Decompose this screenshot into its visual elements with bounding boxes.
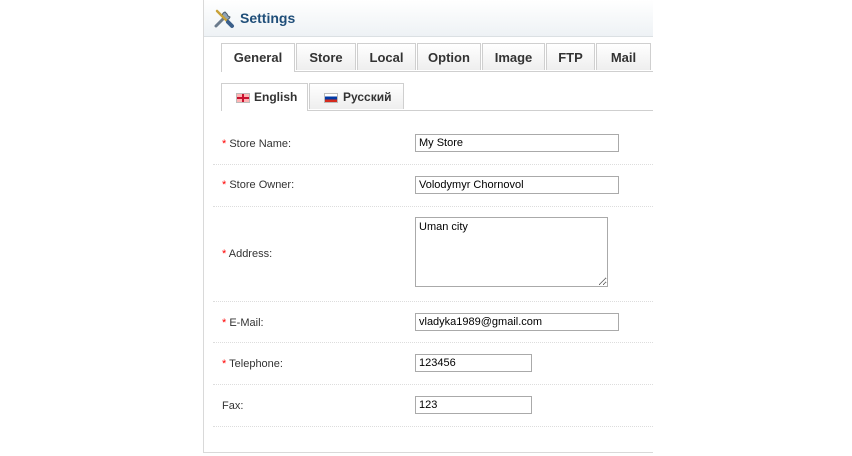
address-label: * Address: [222,248,273,260]
form-row-email: * E-Mail: [213,302,653,343]
tab-image[interactable]: Image [482,43,545,70]
fax-input[interactable] [415,396,532,414]
tab-general[interactable]: General [221,43,295,72]
tab-mail[interactable]: Mail [596,43,651,70]
required-mark: * [222,138,227,150]
language-tab-english[interactable]: English [221,83,308,111]
telephone-input[interactable] [415,354,532,372]
language-tab-label: English [254,90,298,104]
store-owner-input[interactable] [415,176,619,194]
tab-option[interactable]: Option [417,43,481,70]
email-input[interactable] [415,313,619,331]
language-tab-russian[interactable]: Русский [309,83,404,109]
russia-flag-icon [324,93,338,103]
store-name-label: * Store Name: [222,138,292,150]
tab-store[interactable]: Store [296,43,356,70]
email-label: * E-Mail: [222,317,264,329]
required-mark: * [222,179,227,191]
form-row-address: * Address: Uman city [213,207,653,302]
form-row-store-owner: * Store Owner: [213,165,653,207]
page-title: Settings [240,10,296,26]
address-textarea[interactable]: Uman city [415,217,608,287]
settings-tabs: General Store Local Option Image FTP Mai… [221,43,653,72]
required-mark: * [222,358,227,370]
settings-heading: Settings [204,0,653,37]
form-row-telephone: * Telephone: [213,343,653,385]
form-row-store-name: * Store Name: [213,124,653,165]
store-owner-label: * Store Owner: [222,179,295,191]
uk-flag-icon [236,93,250,103]
language-tabs: English Русский [221,83,653,111]
store-name-input[interactable] [415,134,619,152]
telephone-label: * Telephone: [222,358,283,370]
settings-panel: Settings General Store Local Option Imag… [203,0,653,453]
settings-tools-icon [214,9,234,28]
tab-ftp[interactable]: FTP [546,43,595,70]
required-mark: * [222,317,227,329]
required-mark: * [222,248,227,260]
form-row-fax: Fax: [213,385,653,427]
fax-label: Fax: [222,400,244,412]
language-tab-label: Русский [343,90,392,104]
tab-local[interactable]: Local [357,43,416,70]
